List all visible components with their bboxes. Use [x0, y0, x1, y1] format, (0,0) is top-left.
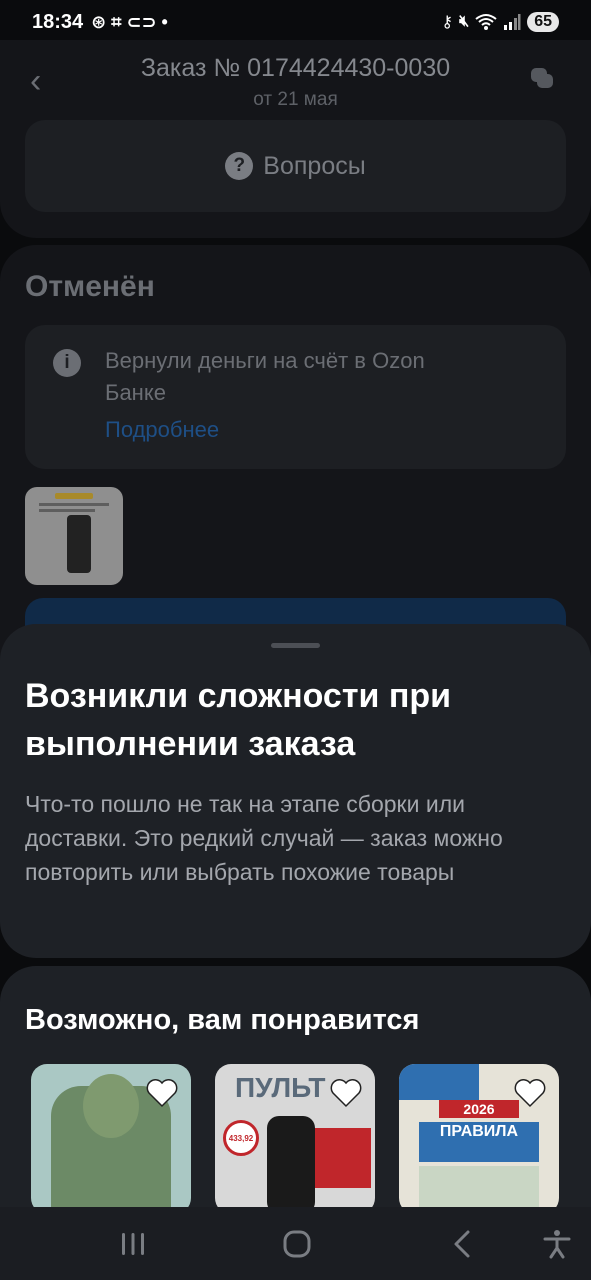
refund-details-link[interactable]: Подробнее — [105, 417, 219, 443]
info-icon: i — [53, 349, 81, 377]
favorite-heart-icon[interactable] — [145, 1076, 179, 1110]
favorite-heart-icon[interactable] — [329, 1076, 363, 1110]
product-thumbnail[interactable] — [25, 487, 123, 585]
refund-info-box: i Вернули деньги на счёт в Ozon Банке По… — [25, 325, 566, 469]
order-title: Заказ № 0174424430-0030 — [140, 54, 451, 82]
vpn-key-icon: ⚷ — [441, 14, 454, 31]
sheet-grabber[interactable] — [271, 643, 320, 648]
back-arrow-icon[interactable]: ‹ — [30, 62, 41, 101]
favorite-heart-icon[interactable] — [513, 1076, 547, 1110]
recent-apps-icon[interactable] — [116, 1227, 150, 1261]
order-status-title: Отменён — [25, 270, 155, 303]
recommended-product[interactable] — [31, 1064, 191, 1214]
signal-icon — [504, 14, 521, 30]
status-bar: 18:34 ⊛ ⌗ ⊂⊃ • ⚷ 🔇︎ 65 — [0, 0, 591, 44]
home-icon[interactable] — [280, 1227, 314, 1261]
refund-text: Вернули деньги на счёт в Ozon Банке — [105, 348, 425, 405]
problem-bottom-sheet: Возникли сложности при выполнении заказа… — [0, 624, 591, 958]
question-icon: ? — [225, 152, 254, 180]
battery-icon: 65 — [527, 12, 559, 32]
recommendations-title: Возможно, вам понравится — [25, 1004, 420, 1036]
accessibility-icon[interactable] — [540, 1227, 574, 1261]
chat-icon[interactable] — [529, 66, 555, 92]
recommended-product[interactable]: ПУЛЬТ 433,92 — [215, 1064, 375, 1214]
sheet-description: Что-то пошло не так на этапе сборки или … — [25, 791, 503, 885]
wifi-icon — [475, 14, 497, 30]
questions-button[interactable]: ? Вопросы — [25, 120, 566, 212]
order-header: ‹ Заказ № 0174424430-0030 от 21 мая — [0, 44, 591, 120]
app-notification-icon: ⊛ ⌗ ⊂⊃ • — [91, 11, 168, 32]
questions-button-label: Вопросы — [263, 151, 366, 180]
back-icon[interactable] — [446, 1227, 480, 1261]
system-nav-bar — [0, 1207, 591, 1280]
recommended-product[interactable]: 2026 ПРАВИЛА — [399, 1064, 559, 1214]
mute-icon: 🔇︎ — [459, 13, 470, 30]
order-date: от 21 мая — [253, 89, 338, 110]
status-time: 18:34 — [32, 10, 84, 33]
sheet-title: Возникли сложности при выполнении заказа — [25, 677, 452, 763]
